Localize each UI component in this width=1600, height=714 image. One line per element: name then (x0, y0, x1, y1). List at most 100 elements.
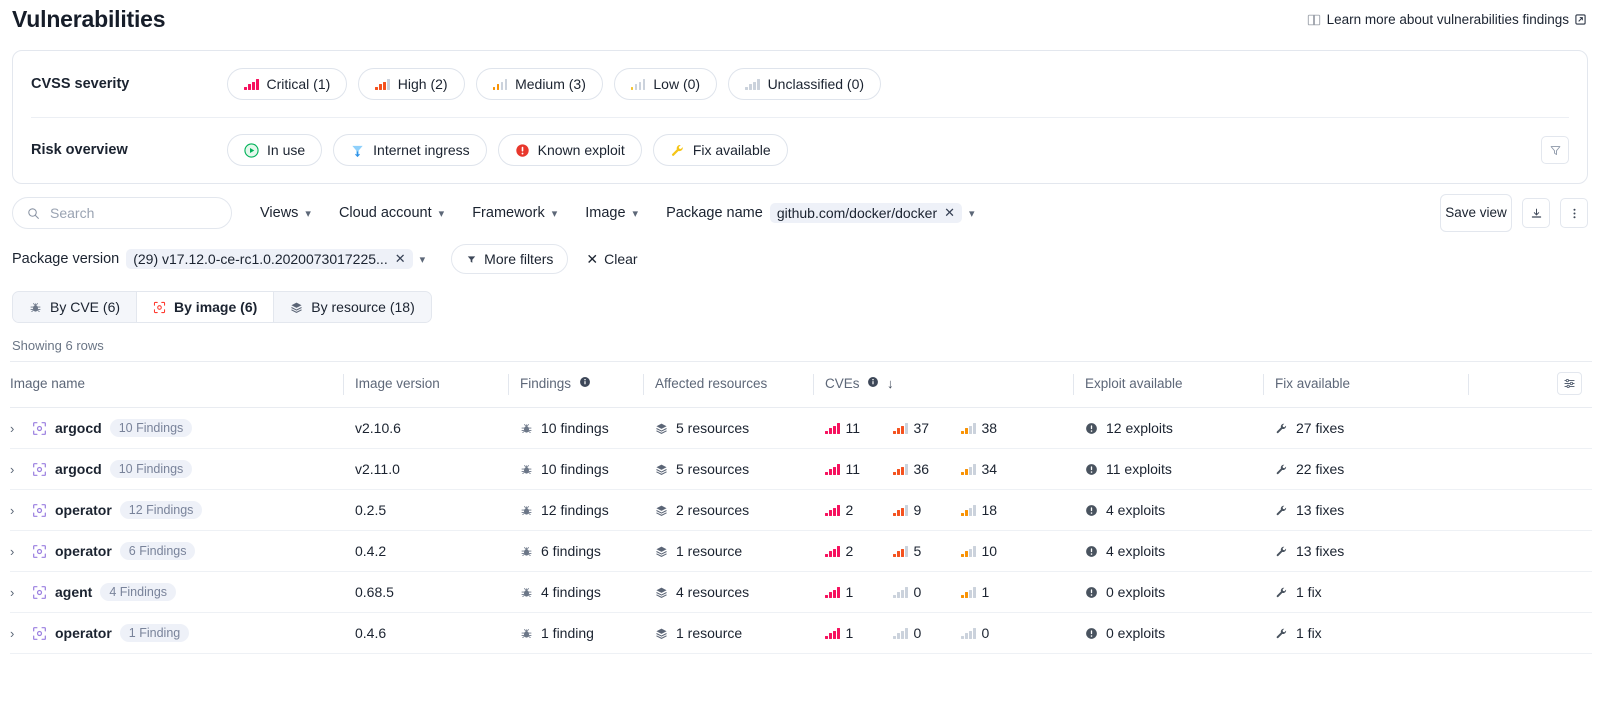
cell-spacer (1480, 530, 1592, 572)
cell-image-name: › agent 4 Findings (10, 571, 355, 613)
filter-dropdown-image[interactable]: Image ▾ (585, 205, 638, 221)
cve-critical-value: 2 (845, 543, 854, 559)
exploit-icon (1085, 422, 1098, 435)
risk-chip-known-exploit[interactable]: Known exploit (497, 134, 642, 166)
expand-row-icon[interactable]: › (10, 503, 24, 518)
remove-package-version-filter-icon[interactable]: ✕ (395, 251, 406, 267)
info-icon[interactable] (579, 376, 591, 388)
tab-by-cve[interactable]: By CVE (6) (13, 292, 138, 322)
table-settings-button[interactable] (1557, 372, 1582, 395)
view-mode-tabs: By CVE (6) By image (6) By resource (18) (12, 291, 432, 323)
cve-critical: 1 (825, 625, 893, 641)
table-row[interactable]: › operator 12 Findings 0.2.5 12 findings (10, 489, 1592, 531)
image-scan-icon (32, 544, 47, 559)
image-name-value: operator (55, 502, 112, 518)
learn-more-link[interactable]: Learn more about vulnerabilities finding… (1307, 12, 1586, 27)
cve-high-value: 9 (913, 502, 922, 518)
risk-chip-internet-ingress[interactable]: Internet ingress (333, 134, 487, 166)
fix-available-value: 13 fixes (1296, 543, 1345, 559)
table-row[interactable]: › operator 6 Findings 0.4.2 6 findings 1… (10, 530, 1592, 572)
affected-resources-value: 4 resources (676, 584, 750, 600)
severity-chip-low[interactable]: Low (0) (613, 68, 718, 100)
severity-bars-high-icon (893, 504, 908, 516)
download-button[interactable] (1522, 198, 1550, 228)
cell-findings: 12 findings (520, 489, 655, 531)
more-actions-button[interactable] (1560, 198, 1588, 228)
filter-dropdown-package-name[interactable]: Package name github.com/docker/docker ✕ … (666, 203, 975, 223)
vulnerabilities-page: Vulnerabilities Learn more about vulnera… (0, 0, 1600, 714)
search-icon (27, 207, 40, 220)
risk-chip-in-use[interactable]: In use (227, 134, 323, 166)
save-view-button[interactable]: Save view (1440, 194, 1512, 232)
findings-badge: 1 Finding (119, 624, 190, 642)
image-scan-icon (153, 301, 166, 314)
column-header-fix-available[interactable]: Fix available (1263, 361, 1480, 408)
severity-bars-high-icon (375, 78, 390, 90)
severity-chip-high-label: High (2) (397, 76, 448, 92)
table-row[interactable]: › operator 1 Finding 0.4.6 1 finding 1 r… (10, 612, 1592, 654)
cvss-severity-row: CVSS severity Critical (1) High (2) Medi… (13, 51, 1587, 117)
column-header-findings[interactable]: Findings (508, 361, 655, 408)
column-header-image-name[interactable]: Image name (10, 361, 355, 408)
table-row[interactable]: › argocd 10 Findings v2.11.0 10 findings (10, 448, 1592, 490)
info-icon[interactable] (867, 376, 879, 388)
table-header-row: Image name Image version Findings Affect… (10, 361, 1592, 408)
cell-image-name: › operator 6 Findings (10, 530, 355, 572)
cell-image-name: › argocd 10 Findings (10, 407, 355, 449)
image-scan-icon (32, 503, 47, 518)
layers-icon (655, 422, 668, 435)
more-filters-button[interactable]: More filters (451, 244, 569, 274)
severity-chip-unclassified[interactable]: Unclassified (0) (728, 68, 882, 100)
expand-row-icon[interactable]: › (10, 462, 24, 477)
column-header-image-version[interactable]: Image version (343, 361, 520, 408)
column-header-cves[interactable]: CVEs ↓ (813, 361, 1085, 408)
cell-image-version: 0.4.2 (355, 530, 520, 572)
cve-medium: 34 (961, 461, 1029, 477)
severity-chip-medium[interactable]: Medium (3) (475, 68, 603, 100)
cve-high: 36 (893, 461, 961, 477)
table-row[interactable]: › agent 4 Findings 0.68.5 4 findings 4 r… (10, 571, 1592, 613)
table-row[interactable]: › argocd 10 Findings v2.10.6 10 findings (10, 407, 1592, 449)
severity-chip-critical[interactable]: Critical (1) (227, 68, 348, 100)
learn-more-label: Learn more about vulnerabilities finding… (1326, 12, 1569, 27)
filter-dropdown-cloud-account[interactable]: Cloud account ▾ (339, 205, 444, 221)
package-version-value: (29) v17.12.0-ce-rc1.0.2020073017225... (133, 251, 388, 267)
remove-package-name-filter-icon[interactable]: ✕ (944, 205, 955, 221)
cve-high: 0 (893, 625, 961, 641)
expand-row-icon[interactable]: › (10, 626, 24, 641)
risk-chip-fix-available[interactable]: Fix available (652, 134, 788, 166)
severity-bars-unclassified-icon (745, 78, 760, 90)
filter-dropdown-views[interactable]: Views ▾ (260, 205, 311, 221)
expand-row-icon[interactable]: › (10, 544, 24, 559)
cve-medium-value: 10 (981, 543, 998, 559)
severity-chip-high[interactable]: High (2) (358, 68, 465, 100)
exploit-icon (1085, 504, 1098, 517)
severity-bars-critical-icon (825, 545, 840, 557)
cve-medium-value: 34 (981, 461, 998, 477)
search-input[interactable] (48, 204, 217, 222)
expand-row-icon[interactable]: › (10, 585, 24, 600)
findings-badge: 4 Findings (100, 583, 177, 601)
cell-affected-resources: 4 resources (655, 571, 825, 613)
cell-image-version: v2.11.0 (355, 448, 520, 490)
cell-cves: 2 5 10 (825, 530, 1085, 572)
column-header-exploit-available[interactable]: Exploit available (1073, 361, 1275, 408)
tab-by-resource[interactable]: By resource (18) (274, 292, 431, 322)
sort-descending-icon[interactable]: ↓ (887, 376, 894, 391)
filter-dropdown-framework[interactable]: Framework ▾ (472, 205, 557, 221)
cell-findings: 10 findings (520, 448, 655, 490)
expand-row-icon[interactable]: › (10, 421, 24, 436)
findings-badge: 6 Findings (119, 542, 196, 560)
tab-by-image[interactable]: By image (6) (137, 292, 275, 322)
fix-available-value: 13 fixes (1296, 502, 1345, 518)
findings-value: 10 findings (541, 461, 609, 477)
filter-dropdown-package-version[interactable]: Package version (29) v17.12.0-ce-rc1.0.2… (12, 249, 425, 269)
filter-funnel-button[interactable] (1541, 136, 1569, 164)
cell-findings: 10 findings (520, 407, 655, 449)
chevron-down-icon: ▾ (419, 253, 426, 266)
wrench-icon (1275, 627, 1288, 640)
cell-spacer (1480, 612, 1592, 654)
search-box[interactable] (12, 197, 232, 229)
clear-filters-button[interactable]: ✕ Clear (586, 251, 637, 268)
column-header-affected-resources[interactable]: Affected resources (643, 361, 825, 408)
